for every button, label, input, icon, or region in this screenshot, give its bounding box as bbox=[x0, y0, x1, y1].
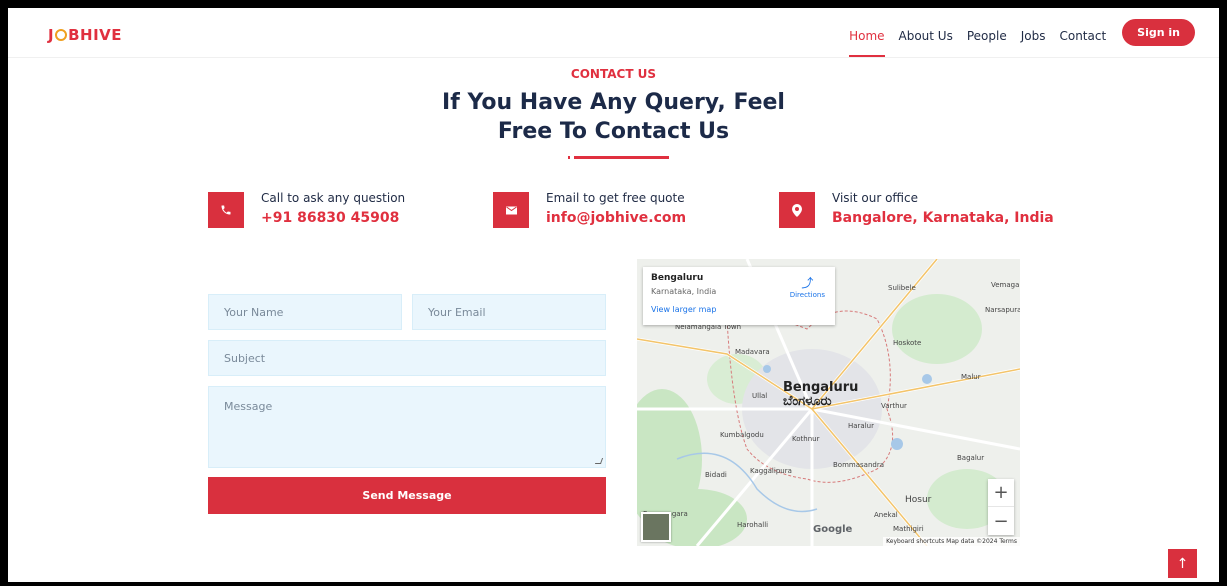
map-pin-icon bbox=[779, 192, 815, 228]
map-label: Vemagal bbox=[991, 281, 1020, 289]
zoom-out-button[interactable]: − bbox=[988, 507, 1014, 535]
satellite-toggle[interactable] bbox=[641, 512, 671, 542]
nav-home[interactable]: Home bbox=[849, 29, 885, 57]
map-city-label: Bengaluru ಬೆಂಗಳೂರು bbox=[783, 381, 858, 409]
back-to-top-button[interactable]: ↑ bbox=[1168, 549, 1197, 578]
map-label: Mathigiri bbox=[893, 525, 924, 533]
info-call-value[interactable]: +91 86830 45908 bbox=[261, 210, 405, 226]
top-nav: J BHIVE Home About Us People Jobs Contact… bbox=[8, 8, 1219, 58]
logo-text-left: J bbox=[48, 26, 55, 44]
info-office-label: Visit our office bbox=[832, 191, 919, 205]
map-city-kn: ಬೆಂಗಳೂರು bbox=[783, 394, 832, 409]
page-title: If You Have Any Query, Feel Free To Cont… bbox=[424, 88, 804, 146]
map-label: Malur bbox=[961, 373, 981, 381]
map-place-card: Bengaluru Karnataka, India View larger m… bbox=[643, 267, 835, 325]
map-label: Harohalli bbox=[737, 521, 769, 529]
nav-people[interactable]: People bbox=[967, 29, 1007, 43]
directions-icon: ⤴ bbox=[801, 276, 814, 290]
map-label: Bagalur bbox=[957, 454, 985, 462]
nav-about[interactable]: About Us bbox=[899, 29, 953, 43]
message-placeholder: Message bbox=[224, 400, 273, 413]
logo[interactable]: J BHIVE bbox=[48, 26, 122, 44]
map[interactable]: Bengaluru ಬೆಂಗಳೂರು Nelamangala Town Madav… bbox=[637, 259, 1020, 546]
nav-contact[interactable]: Contact bbox=[1059, 29, 1106, 43]
map-label: Madavara bbox=[735, 348, 770, 356]
subject-input[interactable]: Subject bbox=[208, 340, 606, 376]
zoom-in-button[interactable]: + bbox=[988, 479, 1014, 507]
map-attribution[interactable]: Keyboard shortcuts Map data ©2024 Terms bbox=[883, 537, 1020, 546]
map-zoom-controls: + − bbox=[988, 479, 1014, 535]
envelope-icon bbox=[493, 192, 529, 228]
logo-text-right: BHIVE bbox=[68, 26, 123, 44]
info-office-value: Bangalore, Karnataka, India bbox=[832, 210, 1054, 226]
section-eyebrow: CONTACT US bbox=[570, 67, 657, 81]
map-label: Kothnur bbox=[792, 435, 820, 443]
map-label: Haralur bbox=[848, 422, 874, 430]
map-label: Hoskote bbox=[893, 339, 922, 347]
map-label: Varthur bbox=[881, 402, 907, 410]
nav-jobs[interactable]: Jobs bbox=[1021, 29, 1046, 43]
send-message-button[interactable]: Send Message bbox=[208, 477, 606, 514]
map-label: Kumbalgodu bbox=[720, 431, 764, 439]
nav-links: Home About Us People Jobs Contact Sign i… bbox=[849, 19, 1195, 57]
name-input[interactable]: Your Name bbox=[208, 294, 402, 330]
email-input[interactable]: Your Email bbox=[412, 294, 606, 330]
view-larger-map-link[interactable]: View larger map bbox=[651, 305, 827, 314]
map-label: Anekal bbox=[874, 511, 898, 519]
google-logo: Google bbox=[813, 524, 853, 535]
resize-handle-icon[interactable] bbox=[594, 458, 604, 464]
title-line-2: Free To Contact Us bbox=[497, 119, 730, 144]
page: J BHIVE Home About Us People Jobs Contact… bbox=[8, 8, 1219, 582]
title-line-1: If You Have Any Query, Feel bbox=[442, 90, 785, 115]
info-email-label: Email to get free quote bbox=[546, 191, 685, 205]
map-label: Bommasandra bbox=[833, 461, 884, 469]
map-label: Hosur bbox=[905, 495, 932, 505]
info-email-value[interactable]: info@jobhive.com bbox=[546, 210, 686, 226]
info-email: Email to get free quote info@jobhive.com bbox=[493, 191, 686, 228]
logo-o-icon bbox=[55, 29, 68, 41]
map-label: Narsapura bbox=[985, 306, 1020, 314]
info-call: Call to ask any question +91 86830 45908 bbox=[208, 191, 405, 228]
info-call-label: Call to ask any question bbox=[261, 191, 406, 205]
directions-label: Directions bbox=[789, 291, 825, 299]
message-textarea[interactable]: Message bbox=[208, 386, 606, 468]
directions-button[interactable]: ⤴ Directions bbox=[790, 274, 825, 299]
info-office: Visit our office Bangalore, Karnataka, I… bbox=[779, 191, 1054, 228]
map-label: Sulibele bbox=[888, 284, 916, 292]
map-label: Bidadi bbox=[705, 471, 727, 479]
title-divider bbox=[568, 156, 669, 159]
map-label: Kaggalipura bbox=[750, 467, 792, 475]
map-city-en: Bengaluru bbox=[783, 380, 859, 395]
map-label: Ullal bbox=[752, 392, 768, 400]
phone-icon bbox=[208, 192, 244, 228]
sign-in-button[interactable]: Sign in bbox=[1122, 19, 1195, 46]
